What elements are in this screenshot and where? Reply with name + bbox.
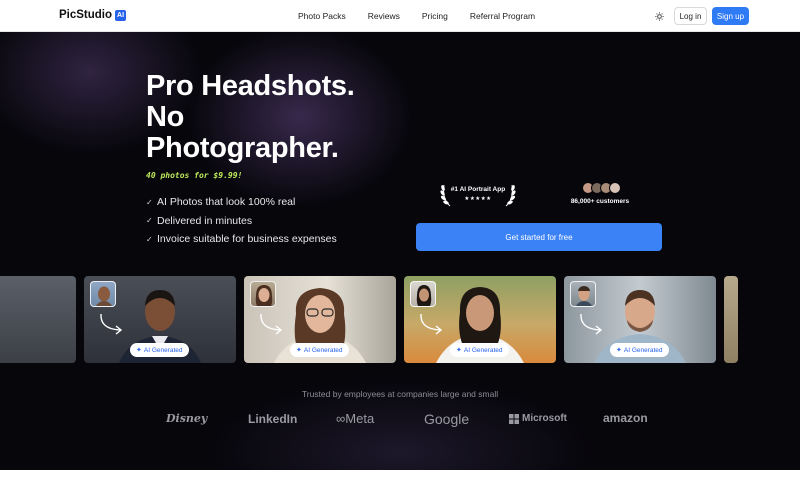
ai-generated-badge: ✦ AI Generated: [290, 343, 349, 357]
gallery-card: [724, 276, 738, 363]
ai-generated-badge: ✦ AI Generated: [610, 343, 669, 357]
feature-item: ✓ AI Photos that look 100% real: [146, 193, 337, 212]
top-nav: PicStudio AI Photo Packs Reviews Pricing…: [0, 0, 800, 32]
feature-text: Delivered in minutes: [157, 214, 253, 227]
meta-logo: ∞Meta: [336, 411, 375, 426]
trusted-by-text: Trusted by employees at companies large …: [301, 389, 499, 399]
source-photo-thumbnail: [90, 281, 116, 307]
sparkle-icon: ✦: [136, 347, 142, 354]
headline-line-3: Photographer.: [146, 132, 339, 164]
signup-button[interactable]: Sign up: [712, 7, 749, 25]
sun-icon: [654, 11, 664, 21]
badge-label: AI Generated: [143, 346, 183, 354]
disney-logo: Disney: [166, 412, 208, 425]
badge-label: AI Generated: [623, 346, 663, 354]
customer-count: 86,000+ customers: [570, 198, 630, 205]
laurel-right-icon: [505, 184, 516, 207]
gallery-card: ✦ AI Generated: [244, 276, 396, 363]
sparkle-icon: ✦: [456, 347, 462, 354]
google-logo: Google: [424, 411, 470, 427]
microsoft-squares-icon: [509, 413, 519, 424]
check-icon: ✓: [146, 234, 153, 244]
curved-arrow-icon: [580, 313, 603, 335]
theme-toggle-button[interactable]: [652, 9, 666, 23]
badge-label: AI Generated: [463, 346, 503, 354]
logo-badge: AI: [115, 9, 127, 21]
logo-text: PicStudio: [59, 9, 113, 21]
curved-arrow-icon: [100, 313, 123, 335]
promo-text: 40 photos for $9.99!: [146, 171, 243, 180]
amazon-logo: amazon: [603, 411, 648, 425]
feature-text: Invoice suitable for business expenses: [157, 233, 337, 246]
check-icon: ✓: [146, 216, 153, 226]
nav-links: Photo Packs Reviews Pricing Referral Pro…: [298, 11, 557, 21]
feature-item: ✓ Delivered in minutes: [146, 212, 337, 231]
login-button[interactable]: Log in: [674, 7, 707, 25]
photo-gallery: ✦ AI Generated ✦ AI Generated ✦ AI Gener…: [0, 276, 800, 364]
gallery-card: ✦ AI Generated: [84, 276, 236, 363]
page-bottom: [0, 470, 800, 496]
gallery-card: ✦ AI Generated: [564, 276, 716, 363]
get-started-button[interactable]: Get started for free: [416, 223, 662, 251]
hero-section: Pro Headshots. No Photographer. 40 photo…: [0, 32, 800, 470]
logo[interactable]: PicStudio AI: [59, 9, 127, 21]
ai-generated-badge: ✦ AI Generated: [130, 343, 189, 357]
avatar: [609, 182, 621, 194]
feature-text: AI Photos that look 100% real: [157, 196, 296, 209]
gallery-card: ✦ AI Generated: [404, 276, 556, 363]
nav-link-pricing[interactable]: Pricing: [422, 11, 448, 21]
source-photo-thumbnail: [250, 281, 276, 307]
curved-arrow-icon: [420, 313, 443, 335]
brand-logos: Disney LinkedIn ∞Meta Google Microsoft a…: [0, 411, 800, 432]
ai-generated-badge: ✦ AI Generated: [450, 343, 509, 357]
sparkle-icon: ✦: [616, 347, 622, 354]
feature-item: ✓ Invoice suitable for business expenses: [146, 230, 337, 249]
feature-list: ✓ AI Photos that look 100% real ✓ Delive…: [146, 193, 337, 249]
meta-infinity-icon: ∞: [336, 411, 346, 426]
gallery-card: [0, 276, 76, 363]
nav-link-reviews[interactable]: Reviews: [368, 11, 400, 21]
source-photo-thumbnail: [570, 281, 596, 307]
headline-line-1: Pro Headshots.: [146, 70, 355, 102]
customer-avatars: [582, 182, 621, 195]
nav-link-photo-packs[interactable]: Photo Packs: [298, 11, 346, 21]
check-icon: ✓: [146, 197, 153, 207]
nav-link-referral-program[interactable]: Referral Program: [470, 11, 535, 21]
badge-label: AI Generated: [303, 346, 343, 354]
microsoft-logo: Microsoft: [509, 413, 567, 424]
hero-headline: Pro Headshots. No Photographer.: [146, 71, 406, 164]
source-photo-thumbnail: [410, 281, 436, 307]
curved-arrow-icon: [260, 313, 283, 335]
linkedin-logo: LinkedIn: [248, 412, 298, 426]
award-badge: #1 AI Portrait App ★★★★★: [440, 181, 516, 208]
sparkle-icon: ✦: [296, 347, 302, 354]
headline-line-2: No: [146, 101, 185, 133]
